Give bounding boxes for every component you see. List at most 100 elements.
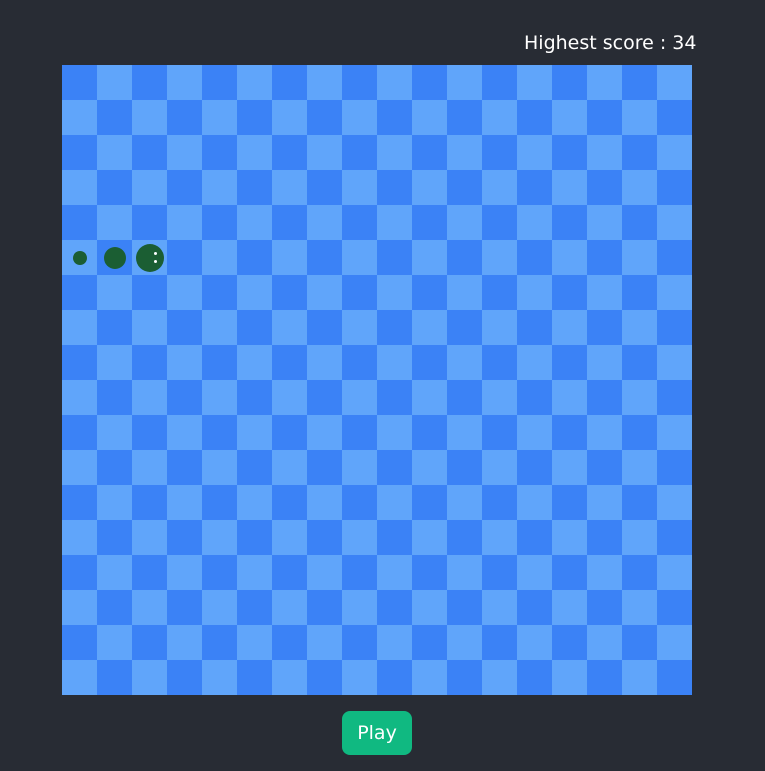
board-cell <box>412 205 447 240</box>
board-cell <box>202 345 237 380</box>
board-cell <box>517 240 552 275</box>
board-cell <box>447 65 482 100</box>
board-cell <box>412 135 447 170</box>
board-cell <box>167 135 202 170</box>
board-cell <box>97 170 132 205</box>
board-cell <box>587 555 622 590</box>
board-cell <box>307 520 342 555</box>
board-cell <box>517 345 552 380</box>
board-cell <box>202 415 237 450</box>
board-cell <box>587 275 622 310</box>
board-cell <box>622 485 657 520</box>
board-cell <box>587 100 622 135</box>
board-cell <box>447 415 482 450</box>
board-cell <box>62 450 97 485</box>
board-cell <box>307 100 342 135</box>
board-cell <box>552 660 587 695</box>
board-cell <box>447 380 482 415</box>
board-cell <box>657 485 692 520</box>
board-cell <box>237 240 272 275</box>
board-cell <box>97 205 132 240</box>
board-cell <box>62 485 97 520</box>
board-cell <box>272 170 307 205</box>
board-cell <box>447 275 482 310</box>
board-cell <box>622 450 657 485</box>
board-cell <box>622 135 657 170</box>
board-cell <box>167 450 202 485</box>
board-cell <box>307 310 342 345</box>
board-cell <box>517 590 552 625</box>
board-cell <box>517 310 552 345</box>
board-cell <box>342 205 377 240</box>
board-cell <box>587 415 622 450</box>
board-cell <box>307 275 342 310</box>
board-cell <box>587 520 622 555</box>
board-cell <box>622 625 657 660</box>
board-cell <box>517 625 552 660</box>
board-cell <box>237 555 272 590</box>
board-cell <box>342 100 377 135</box>
board-cell <box>482 415 517 450</box>
board-cell <box>62 625 97 660</box>
board-cell <box>412 65 447 100</box>
board-cell <box>62 275 97 310</box>
board-cell <box>237 625 272 660</box>
board-cell <box>587 660 622 695</box>
board-cell <box>97 590 132 625</box>
board-cell <box>447 450 482 485</box>
board-cell <box>237 520 272 555</box>
board-cell <box>132 170 167 205</box>
play-button[interactable]: Play <box>342 711 412 755</box>
board-cell <box>342 170 377 205</box>
board-cell <box>447 625 482 660</box>
board-cell <box>552 415 587 450</box>
board-cell <box>307 415 342 450</box>
board-cell <box>62 170 97 205</box>
board-cell <box>132 135 167 170</box>
board-cell <box>342 345 377 380</box>
board-cell <box>377 555 412 590</box>
board-cell <box>482 450 517 485</box>
board-cell <box>622 205 657 240</box>
board-cell <box>307 205 342 240</box>
board-cell <box>62 135 97 170</box>
board-cell <box>482 520 517 555</box>
board-cell <box>622 345 657 380</box>
board-cell <box>202 100 237 135</box>
board-cell <box>167 240 202 275</box>
board-cell <box>447 135 482 170</box>
board-cell <box>657 100 692 135</box>
board-cell <box>377 170 412 205</box>
board-cell <box>482 240 517 275</box>
board-cell <box>202 555 237 590</box>
board-cell <box>377 660 412 695</box>
board-cell <box>237 380 272 415</box>
board-cell <box>202 625 237 660</box>
board-cell <box>342 520 377 555</box>
board-cell <box>307 240 342 275</box>
board-cell <box>552 590 587 625</box>
board-cell <box>167 275 202 310</box>
board-cell <box>202 310 237 345</box>
board-cell <box>587 65 622 100</box>
board-cell <box>412 345 447 380</box>
board-cell <box>272 520 307 555</box>
board-cell <box>202 660 237 695</box>
board-cell <box>272 415 307 450</box>
board-cell <box>622 170 657 205</box>
board-cell <box>412 310 447 345</box>
board-cell <box>62 65 97 100</box>
highest-score: Highest score : 34 <box>524 32 697 54</box>
board-cell <box>517 450 552 485</box>
board-cell <box>377 345 412 380</box>
board-cell <box>272 590 307 625</box>
board-cell <box>97 380 132 415</box>
board-cell <box>202 65 237 100</box>
board-cell <box>97 520 132 555</box>
board-cell <box>377 590 412 625</box>
board-cell <box>167 170 202 205</box>
board-cell <box>342 240 377 275</box>
board-cell <box>517 205 552 240</box>
board-cell <box>97 660 132 695</box>
board-cell <box>552 205 587 240</box>
